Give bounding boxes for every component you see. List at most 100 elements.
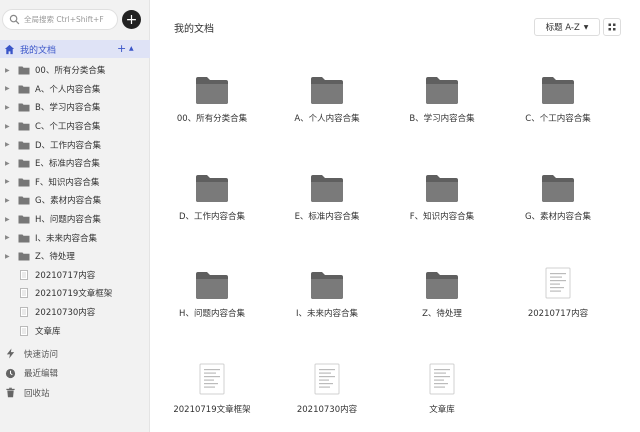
- card-icon: [425, 265, 459, 299]
- doc-card[interactable]: 20210730内容: [272, 361, 382, 421]
- tree-item-label: G、素材内容合集: [35, 196, 102, 207]
- doc-card[interactable]: 文章库: [387, 361, 497, 421]
- tree-item[interactable]: ▶ F、知识内容合集: [0, 173, 150, 192]
- expand-arrow-icon[interactable]: ▶: [5, 216, 13, 223]
- card-label: G、素材内容合集: [524, 212, 592, 222]
- folder-icon: [18, 122, 30, 131]
- tree-item-label: D、工作内容合集: [35, 140, 102, 151]
- folder-card[interactable]: 00、所有分类合集: [157, 70, 267, 130]
- card-label: E、标准内容合集: [294, 212, 360, 222]
- tree-item[interactable]: ▶20210719文章框架: [0, 284, 150, 303]
- expand-arrow-icon[interactable]: ▶: [5, 85, 13, 92]
- expand-arrow-icon[interactable]: ▶: [5, 160, 13, 167]
- expand-arrow-icon[interactable]: ▶: [5, 67, 13, 74]
- tree-item-label: A、个人内容合集: [35, 84, 101, 95]
- doc-card[interactable]: 20210719文章框架: [157, 361, 267, 421]
- add-doc-button[interactable]: +: [117, 42, 126, 55]
- tree-item[interactable]: ▶20210730内容: [0, 303, 150, 322]
- expand-arrow-icon[interactable]: ▶: [5, 104, 13, 111]
- folder-icon: [196, 175, 228, 202]
- bottom-nav-label: 快速访问: [24, 349, 59, 360]
- lightning-icon: [6, 348, 15, 359]
- folder-card[interactable]: F、知识内容合集: [387, 168, 497, 228]
- folder-icon: [18, 196, 30, 205]
- clock-icon: [5, 368, 16, 378]
- card-label: 20210719文章框架: [173, 405, 251, 415]
- tree-item[interactable]: ▶ I、未来内容合集: [0, 228, 150, 247]
- new-button[interactable]: +: [122, 10, 141, 29]
- card-icon: [429, 361, 455, 395]
- folder-icon: [196, 77, 228, 104]
- search-input[interactable]: [24, 15, 120, 24]
- sidebar: + 我的文档 + ▲ ▶00、所有分类合集▶A、个人内容合集▶B、学习内容合集▶…: [0, 0, 150, 432]
- folder-icon: [18, 178, 30, 187]
- expand-arrow-icon[interactable]: ▶: [5, 253, 13, 260]
- tree-item-label: 00、所有分类合集: [35, 66, 106, 77]
- doc-grid: 00、所有分类合集 A、个人内容合集 B、学习内容合集 C、个工内容合集 D、工作内容合…: [151, 0, 640, 432]
- folder-card[interactable]: I、未来内容合集: [272, 265, 382, 325]
- folder-card[interactable]: E、标准内容合集: [272, 168, 382, 228]
- folder-card[interactable]: Z、待处理: [387, 265, 497, 325]
- document-icon: [20, 307, 28, 317]
- card-icon: [314, 361, 340, 395]
- document-icon: [20, 288, 28, 299]
- tree-item[interactable]: ▶文章库: [0, 321, 150, 340]
- tree-item[interactable]: ▶ C、个工内容合集: [0, 117, 150, 136]
- expand-arrow-icon[interactable]: ▶: [5, 178, 13, 185]
- card-label: D、工作内容合集: [178, 212, 246, 222]
- folder-icon: [196, 272, 228, 299]
- card-label: C、个工内容合集: [525, 114, 591, 124]
- tree-item-label: F、知识内容合集: [35, 177, 100, 188]
- tree-item[interactable]: ▶ 00、所有分类合集: [0, 61, 150, 80]
- tree-item[interactable]: ▶ E、标准内容合集: [0, 154, 150, 173]
- expand-arrow-icon[interactable]: ▶: [5, 141, 13, 148]
- expand-arrow-icon[interactable]: ▶: [5, 197, 13, 204]
- card-label: A、个人内容合集: [294, 114, 360, 124]
- folder-card[interactable]: B、学习内容合集: [387, 70, 497, 130]
- folder-card[interactable]: D、工作内容合集: [157, 168, 267, 228]
- folder-icon: [311, 77, 343, 104]
- document-icon: [20, 269, 28, 280]
- tree-item-label: 20210717内容: [35, 270, 96, 281]
- card-label: 20210730内容: [296, 405, 358, 415]
- folder-card[interactable]: A、个人内容合集: [272, 70, 382, 130]
- card-label: H、问题内容合集: [179, 309, 245, 319]
- bottom-nav-item[interactable]: 快速访问: [0, 344, 150, 364]
- tree-item-label: 文章库: [35, 326, 61, 337]
- bottom-nav-item[interactable]: 最近编辑: [0, 364, 150, 384]
- search-icon: [9, 14, 20, 25]
- tree-item[interactable]: ▶ B、学习内容合集: [0, 98, 150, 117]
- folder-icon: [426, 272, 458, 299]
- tree-root-label: 我的文档: [20, 45, 57, 56]
- bottom-nav-label: 回收站: [24, 388, 50, 399]
- tree-item[interactable]: ▶ D、工作内容合集: [0, 135, 150, 154]
- folder-card[interactable]: C、个工内容合集: [503, 70, 613, 130]
- tree-item-label: Z、待处理: [35, 252, 75, 263]
- card-icon: [310, 265, 344, 299]
- tree-item[interactable]: ▶ H、问题内容合集: [0, 210, 150, 229]
- tree-root-my-docs[interactable]: 我的文档 + ▲: [0, 40, 150, 58]
- tree-item-label: 20210730内容: [35, 308, 96, 319]
- tree-item[interactable]: ▶ G、素材内容合集: [0, 191, 150, 210]
- collapse-caret-icon[interactable]: ▲: [129, 45, 134, 52]
- folder-icon: [18, 215, 30, 224]
- folder-icon: [311, 272, 343, 299]
- bottom-nav-item[interactable]: 回收站: [0, 383, 150, 403]
- card-icon: [541, 70, 575, 104]
- tree-item-label: B、学习内容合集: [35, 103, 101, 114]
- folder-icon: [18, 85, 30, 94]
- tree-item[interactable]: ▶ Z、待处理: [0, 247, 150, 266]
- folder-card[interactable]: H、问题内容合集: [157, 265, 267, 325]
- folder-icon: [426, 77, 458, 104]
- folder-icon: [18, 66, 30, 75]
- expand-arrow-icon[interactable]: ▶: [5, 123, 13, 130]
- folder-card[interactable]: G、素材内容合集: [503, 168, 613, 228]
- doc-card[interactable]: 20210717内容: [503, 265, 613, 325]
- tree-item[interactable]: ▶ A、个人内容合集: [0, 80, 150, 99]
- tree-item[interactable]: ▶20210717内容: [0, 266, 150, 285]
- card-icon: [195, 265, 229, 299]
- folder-icon: [542, 77, 574, 104]
- search-box[interactable]: [2, 9, 120, 30]
- expand-arrow-icon[interactable]: ▶: [5, 234, 13, 241]
- document-icon: [199, 363, 225, 395]
